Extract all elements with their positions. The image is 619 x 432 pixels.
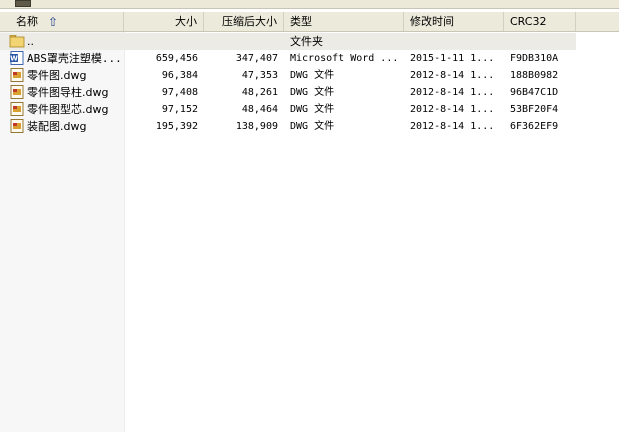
file-modified: 2012-8-14 1... [410,87,495,98]
file-row[interactable]: 装配图.dwg 195,392 138,909 DWG 文件 2012-8-14… [0,118,619,135]
file-size: 96,384 [161,70,198,81]
file-packed-size: 138,909 [235,121,278,132]
column-header-name[interactable]: 名称 ⇧ [0,12,124,31]
file-size: 97,152 [161,104,198,115]
file-type: 文件夹 [290,35,323,48]
column-header-type[interactable]: 类型 [284,12,404,31]
file-modified: 2015-1-11 1... [410,53,495,64]
column-header-modified[interactable]: 修改时间 [404,12,504,31]
file-packed-size: 48,261 [241,87,278,98]
column-header: 名称 ⇧ 大小 压缩后大小 类型 修改时间 CRC32 [0,12,619,32]
file-row[interactable]: 零件图.dwg 96,384 47,353 DWG 文件 2012-8-14 1… [0,67,619,84]
file-type: DWG 文件 [290,87,335,98]
file-name: 零件图.dwg [27,69,87,82]
file-crc: 53BF20F4 [510,104,559,115]
file-size: 195,392 [155,121,198,132]
file-row[interactable]: W ABS罩壳注塑模... 659,456 347,407 Microsoft … [0,50,619,67]
file-type: DWG 文件 [290,121,335,132]
file-crc: F9DB310A [510,53,559,64]
file-packed-size: 47,353 [241,70,278,81]
word-doc-icon: W [10,51,24,65]
file-name: .. [27,35,34,48]
dwg-file-icon [10,102,24,116]
toolbar-icon[interactable] [15,0,31,7]
file-packed-size: 347,407 [235,53,278,64]
dwg-file-icon [10,85,24,99]
dwg-file-icon [10,68,24,82]
file-name: 零件图导柱.dwg [27,86,109,99]
file-row[interactable]: 零件图导柱.dwg 97,408 48,261 DWG 文件 2012-8-14… [0,84,619,101]
file-type: Microsoft Word ... [290,53,399,64]
toolbar-strip [0,0,619,9]
file-row-parent[interactable]: .. 文件夹 [0,33,576,50]
file-name: 装配图.dwg [27,120,87,133]
folder-icon [9,35,25,48]
file-crc: 96B47C1D [510,87,559,98]
file-type: DWG 文件 [290,104,335,115]
file-crc: 6F362EF9 [510,121,559,132]
file-name: 零件图型芯.dwg [27,103,109,116]
file-modified: 2012-8-14 1... [410,121,495,132]
sort-ascending-icon: ⇧ [48,14,59,29]
file-row[interactable]: 零件图型芯.dwg 97,152 48,464 DWG 文件 2012-8-14… [0,101,619,118]
file-packed-size: 48,464 [241,104,278,115]
svg-text:W: W [10,55,18,63]
column-header-crc[interactable]: CRC32 [504,12,576,31]
file-modified: 2012-8-14 1... [410,70,495,81]
column-header-size[interactable]: 大小 [124,12,204,31]
file-size: 97,408 [161,87,198,98]
dwg-file-icon [10,119,24,133]
file-crc: 188B0982 [510,70,559,81]
file-modified: 2012-8-14 1... [410,104,495,115]
file-type: DWG 文件 [290,70,335,81]
column-header-packed-size[interactable]: 压缩后大小 [204,12,284,31]
file-size: 659,456 [155,53,198,64]
file-name: ABS罩壳注塑模... [27,52,122,65]
